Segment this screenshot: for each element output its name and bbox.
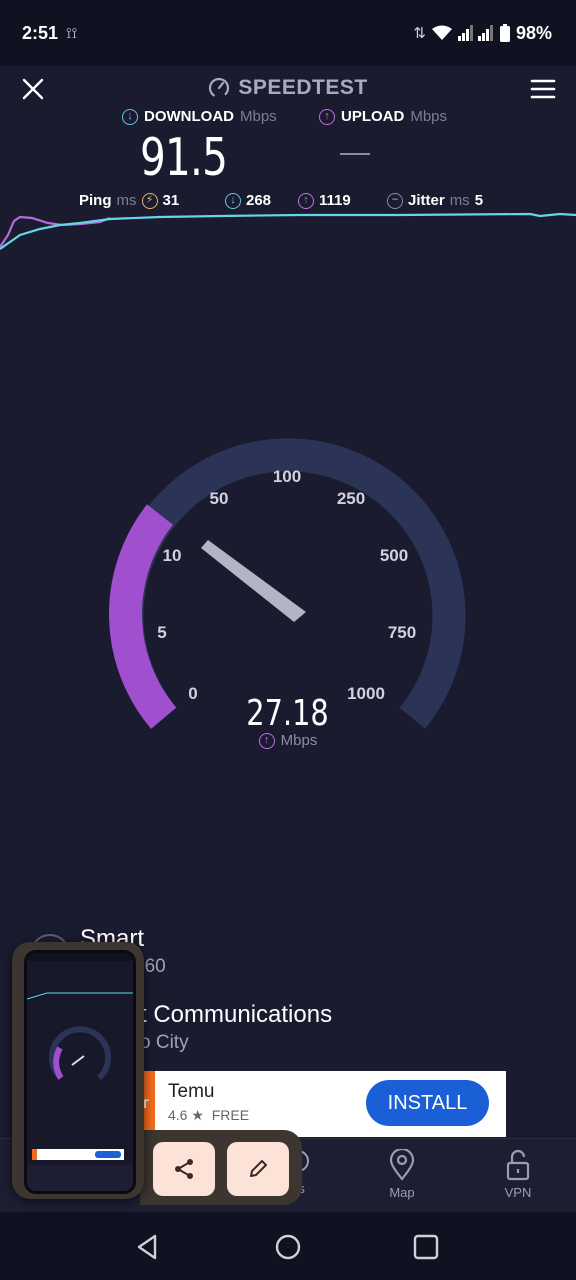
screenshot-actions bbox=[140, 1130, 302, 1205]
gauge-tick-5: 5 bbox=[157, 623, 166, 642]
ad-banner[interactable]: T Temu 4.6 ★ FREE INSTALL bbox=[135, 1071, 506, 1137]
install-button[interactable]: INSTALL bbox=[366, 1080, 489, 1126]
speed-graph bbox=[0, 212, 576, 250]
gauge-upload-icon: ↑ bbox=[258, 732, 275, 749]
menu-icon[interactable] bbox=[530, 78, 556, 100]
pencil-icon bbox=[250, 1160, 267, 1177]
gauge-value: 27.18 bbox=[0, 693, 576, 734]
gauge-tick-750: 750 bbox=[388, 623, 416, 642]
ad-price: FREE bbox=[211, 1107, 250, 1123]
speedometer-logo-icon bbox=[209, 77, 230, 99]
gauge-needle bbox=[201, 540, 306, 622]
screenshot-thumbnail bbox=[24, 950, 136, 1194]
gauge-tick-250: 250 bbox=[337, 489, 365, 508]
download-header: ↓ DOWNLOAD Mbps bbox=[122, 108, 277, 125]
signal-icon bbox=[457, 25, 493, 41]
server-location: o City bbox=[140, 1032, 189, 1053]
gauge-unit-row: ↑ Mbps bbox=[0, 732, 576, 749]
gauge-tick-50: 50 bbox=[210, 489, 229, 508]
gauge-progress-arc bbox=[109, 504, 177, 729]
ad-rating-value: 4.6 ★ bbox=[168, 1107, 204, 1123]
wifi-icon bbox=[431, 25, 452, 40]
upload-value-placeholder bbox=[340, 153, 370, 155]
gauge-tick-10: 10 bbox=[163, 546, 182, 565]
top-bar: SPEEDTEST bbox=[0, 66, 576, 112]
upload-arrow-icon: ↑ bbox=[319, 108, 335, 125]
map-pin-icon bbox=[389, 1149, 415, 1181]
screenshot-preview[interactable] bbox=[12, 942, 144, 1199]
gauge-track bbox=[110, 438, 466, 729]
unlock-icon bbox=[506, 1149, 530, 1181]
tab-vpn[interactable]: VPN bbox=[478, 1149, 558, 1200]
tab-map-label: Map bbox=[389, 1185, 415, 1200]
download-arrow-icon: ↓ bbox=[122, 108, 138, 125]
server-name[interactable]: t Communications bbox=[140, 1001, 332, 1029]
back-icon[interactable] bbox=[133, 1232, 163, 1262]
gauge-unit: Mbps bbox=[280, 732, 318, 749]
tab-map[interactable]: Map bbox=[362, 1149, 442, 1200]
battery-icon bbox=[499, 24, 510, 42]
recents-icon[interactable] bbox=[411, 1232, 441, 1262]
download-value: 91.5 bbox=[140, 128, 228, 188]
ad-rating: 4.6 ★ FREE bbox=[168, 1107, 249, 1124]
upload-header: ↑ UPLOAD Mbps bbox=[319, 108, 447, 125]
clock: 2:51 bbox=[22, 22, 59, 43]
battery-percent: 98% bbox=[515, 22, 552, 43]
gauge-tick-500: 500 bbox=[380, 546, 408, 565]
edit-button[interactable] bbox=[227, 1142, 289, 1196]
data-arrows-icon: ⇅ bbox=[413, 25, 426, 42]
download-label: DOWNLOAD bbox=[144, 108, 234, 125]
gauge-tick-100: 100 bbox=[273, 467, 301, 486]
ad-app-name: Temu bbox=[168, 1081, 215, 1102]
tab-vpn-label: VPN bbox=[504, 1185, 532, 1200]
home-icon[interactable] bbox=[273, 1232, 303, 1262]
upload-unit: Mbps bbox=[410, 108, 448, 125]
status-bar: 2:51 ⟟⟟ ⇅ 98% bbox=[0, 0, 576, 66]
share-button[interactable] bbox=[153, 1142, 215, 1196]
share-icon bbox=[175, 1159, 193, 1179]
android-nav-bar bbox=[0, 1212, 576, 1280]
wifi-calling-icon: ⟟⟟ bbox=[66, 24, 78, 42]
download-unit: Mbps bbox=[240, 108, 277, 125]
upload-label: UPLOAD bbox=[341, 108, 405, 125]
app-title: SPEEDTEST bbox=[0, 76, 576, 100]
thumbnail-image bbox=[27, 953, 133, 1191]
app-title-text: SPEEDTEST bbox=[238, 76, 368, 99]
download-graph-line bbox=[0, 212, 576, 250]
gauge-value-text: 27.18 bbox=[246, 693, 330, 734]
